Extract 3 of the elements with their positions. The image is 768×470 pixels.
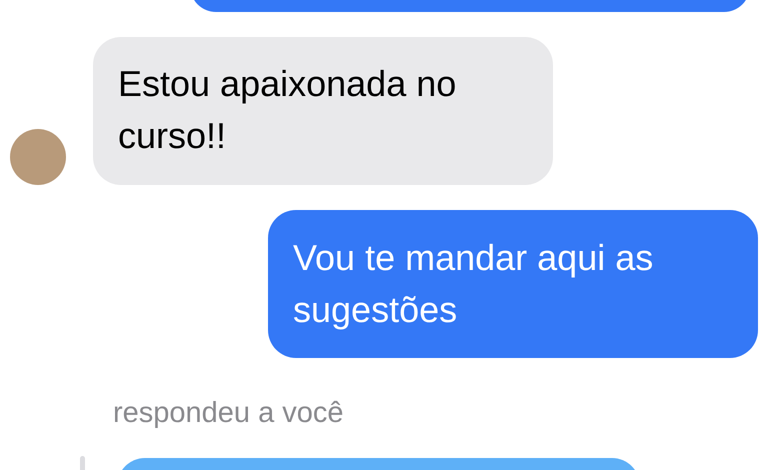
message-bubble: Vou te mandar aqui as sugestões: [268, 210, 758, 358]
message-bubble: Estou apaixonada no curso!!: [93, 37, 553, 185]
reply-caption: respondeu a você: [113, 396, 344, 431]
